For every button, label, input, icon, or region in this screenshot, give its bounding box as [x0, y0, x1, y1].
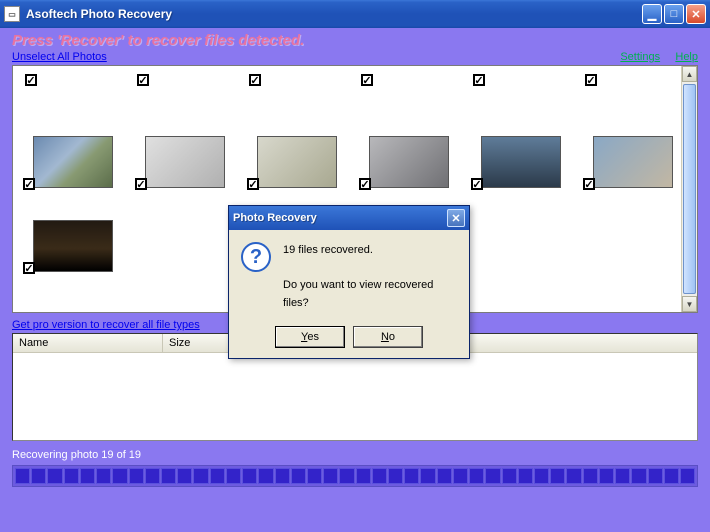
- progress-segment: [502, 468, 517, 484]
- progress-segment: [15, 468, 30, 484]
- progress-segment: [534, 468, 549, 484]
- progress-segment: [242, 468, 257, 484]
- progress-segment: [356, 468, 371, 484]
- photo-thumb[interactable]: [481, 136, 561, 188]
- photo-checkbox[interactable]: [585, 74, 597, 86]
- yes-button[interactable]: Yes: [275, 326, 345, 348]
- photo-thumb[interactable]: [593, 136, 673, 188]
- dialog-close-button[interactable]: ✕: [447, 209, 465, 227]
- pro-version-link[interactable]: Get pro version to recover all file type…: [12, 319, 200, 331]
- photo-checkbox[interactable]: [23, 178, 35, 190]
- photo-checkbox[interactable]: [25, 74, 37, 86]
- progress-segment: [323, 468, 338, 484]
- progress-segment: [226, 468, 241, 484]
- dialog-message: 19 files recovered. Do you want to view …: [283, 242, 457, 312]
- no-button[interactable]: No: [353, 326, 423, 348]
- photo-checkbox[interactable]: [359, 178, 371, 190]
- progress-segment: [566, 468, 581, 484]
- photo-checkbox[interactable]: [471, 178, 483, 190]
- photo-thumb[interactable]: [33, 136, 113, 188]
- progress-segment: [307, 468, 322, 484]
- recovery-dialog: Photo Recovery ✕ ? 19 files recovered. D…: [228, 205, 470, 359]
- photo-checkbox[interactable]: [249, 74, 261, 86]
- progress-segment: [615, 468, 630, 484]
- progress-segment: [339, 468, 354, 484]
- progress-segment: [664, 468, 679, 484]
- photo-checkbox[interactable]: [135, 178, 147, 190]
- col-name[interactable]: Name: [13, 334, 163, 352]
- progress-segment: [210, 468, 225, 484]
- photo-thumb[interactable]: [369, 136, 449, 188]
- photo-checkbox[interactable]: [473, 74, 485, 86]
- status-text: Recovering photo 19 of 19: [12, 449, 698, 461]
- photo-checkbox[interactable]: [23, 262, 35, 274]
- progress-segment: [112, 468, 127, 484]
- progress-segment: [80, 468, 95, 484]
- progress-segment: [437, 468, 452, 484]
- maximize-button[interactable]: □: [664, 4, 684, 24]
- photo-checkbox[interactable]: [137, 74, 149, 86]
- help-link[interactable]: Help: [675, 51, 698, 63]
- titlebar: ▭ Asoftech Photo Recovery ▁ □ ✕: [0, 0, 710, 28]
- scroll-down-button[interactable]: ▼: [682, 296, 697, 312]
- progress-segment: [161, 468, 176, 484]
- close-button[interactable]: ✕: [686, 4, 706, 24]
- progress-segment: [648, 468, 663, 484]
- window-title: Asoftech Photo Recovery: [26, 7, 642, 21]
- progress-segment: [599, 468, 614, 484]
- scroll-thumb[interactable]: [683, 84, 696, 294]
- progress-segment: [372, 468, 387, 484]
- photo-thumb[interactable]: [33, 220, 113, 272]
- progress-segment: [64, 468, 79, 484]
- question-icon: ?: [241, 242, 271, 272]
- photo-checkbox[interactable]: [247, 178, 259, 190]
- progress-segment: [145, 468, 160, 484]
- progress-segment: [453, 468, 468, 484]
- app-icon: ▭: [4, 6, 20, 22]
- progress-segment: [291, 468, 306, 484]
- progress-segment: [193, 468, 208, 484]
- unselect-all-link[interactable]: Unselect All Photos: [12, 51, 107, 63]
- instruction-text: Press 'Recover' to recover files detecte…: [12, 32, 698, 49]
- photo-thumb[interactable]: [257, 136, 337, 188]
- photo-thumb[interactable]: [145, 136, 225, 188]
- progress-segment: [469, 468, 484, 484]
- progress-segment: [518, 468, 533, 484]
- dialog-titlebar: Photo Recovery ✕: [229, 206, 469, 230]
- progress-segment: [388, 468, 403, 484]
- photo-checkbox[interactable]: [583, 178, 595, 190]
- progress-segment: [96, 468, 111, 484]
- settings-link[interactable]: Settings: [620, 51, 660, 63]
- progress-segment: [631, 468, 646, 484]
- progress-bar: [12, 465, 698, 487]
- scroll-up-button[interactable]: ▲: [682, 66, 697, 82]
- progress-segment: [275, 468, 290, 484]
- progress-segment: [550, 468, 565, 484]
- progress-segment: [485, 468, 500, 484]
- progress-segment: [258, 468, 273, 484]
- dialog-title: Photo Recovery: [233, 212, 447, 224]
- dialog-line1: 19 files recovered.: [283, 242, 457, 260]
- progress-segment: [47, 468, 62, 484]
- progress-segment: [680, 468, 695, 484]
- progress-segment: [583, 468, 598, 484]
- progress-segment: [404, 468, 419, 484]
- progress-segment: [177, 468, 192, 484]
- col-blank: [463, 334, 697, 352]
- progress-segment: [420, 468, 435, 484]
- dialog-line2: Do you want to view recovered files?: [283, 277, 457, 312]
- gallery-scrollbar[interactable]: ▲ ▼: [681, 66, 697, 312]
- photo-checkbox[interactable]: [361, 74, 373, 86]
- progress-segment: [31, 468, 46, 484]
- progress-segment: [129, 468, 144, 484]
- minimize-button[interactable]: ▁: [642, 4, 662, 24]
